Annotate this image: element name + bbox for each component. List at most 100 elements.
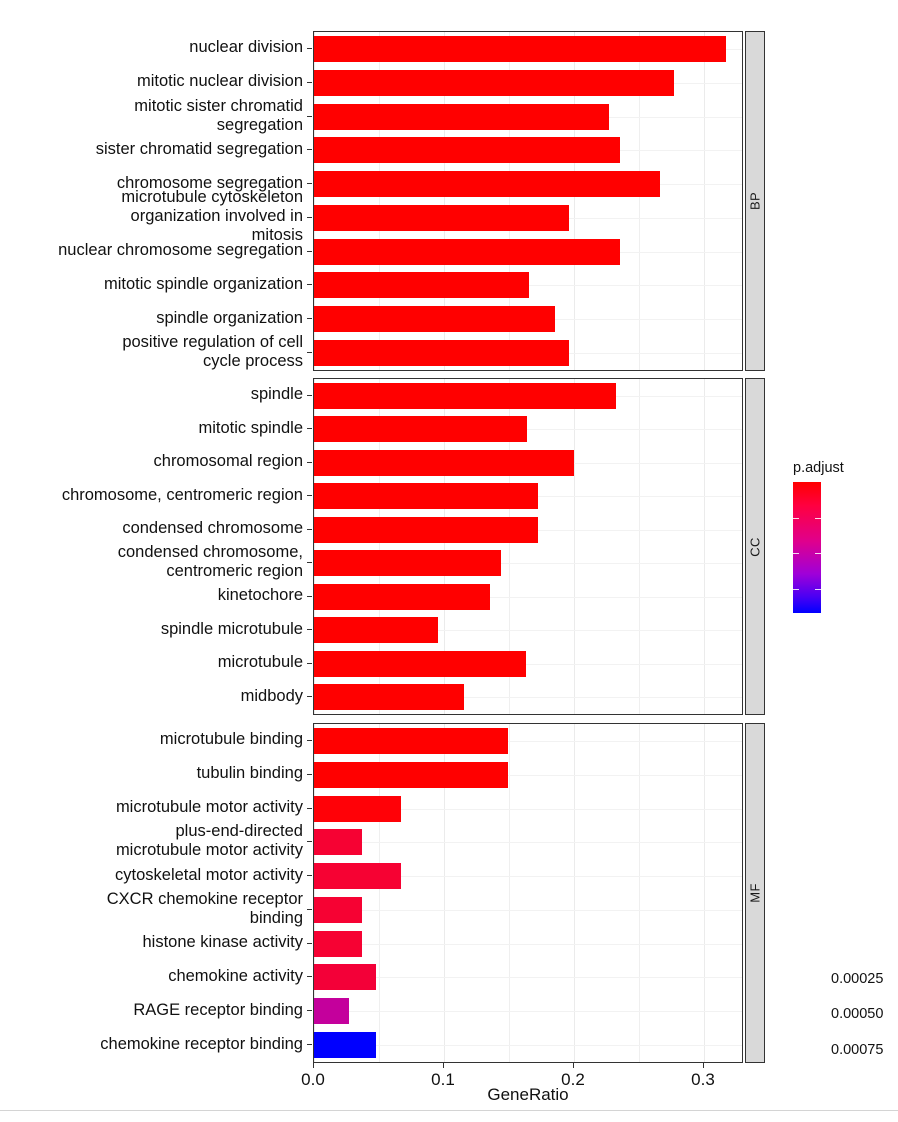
y-axis-category-label: spindle organization	[156, 309, 303, 327]
facet-plot-area-bp	[314, 32, 742, 370]
bar	[314, 728, 508, 754]
facet-panel-cc	[313, 378, 743, 715]
y-axis-category-label: mitotic sister chromatid segregation	[134, 97, 303, 134]
y-axis-category-label: spindle microtubule	[160, 620, 303, 638]
figure-bottom-rule	[0, 1110, 898, 1111]
x-axis-tick	[703, 1063, 704, 1068]
y-axis-category-label: plus-end-directed microtubule motor acti…	[115, 822, 303, 859]
bar	[314, 651, 526, 677]
y-axis-tick	[307, 251, 312, 252]
gridline-horizontal	[314, 842, 742, 843]
y-axis-tick	[307, 696, 312, 697]
go-enrichment-barplot: BP CC MF nuclear division mitotic nuclear…	[0, 0, 898, 1122]
bar	[314, 897, 363, 923]
bar	[314, 272, 529, 298]
bar	[314, 684, 464, 710]
y-axis-category-label: microtubule cytoskeleton organization in…	[121, 188, 303, 244]
y-axis-category-label: chemokine activity	[168, 967, 303, 985]
legend-tick-mark	[815, 553, 821, 555]
bar	[314, 306, 555, 332]
y-axis-tick	[307, 352, 312, 353]
legend-tick-mark	[815, 588, 821, 590]
y-axis-tick	[307, 318, 312, 319]
legend-colorbar	[793, 482, 821, 613]
y-axis-tick	[307, 217, 312, 218]
bar	[314, 863, 402, 889]
x-axis-tick	[313, 1063, 314, 1068]
y-axis-category-label: CXCR chemokine receptor binding	[106, 890, 303, 927]
y-axis-category-label: chromosome, centromeric region	[61, 486, 303, 504]
y-axis-tick	[307, 529, 312, 530]
bar	[314, 796, 402, 822]
y-axis-category-label: cytoskeletal motor activity	[115, 866, 303, 884]
facet-strip-label-bp: BP	[747, 192, 763, 210]
bar	[314, 383, 616, 409]
legend-tick-label: 0.00050	[831, 1006, 884, 1023]
y-axis-tick	[307, 875, 312, 876]
bar	[314, 171, 660, 197]
y-axis-tick	[307, 183, 312, 184]
y-axis-category-label: positive regulation of cell cycle proces…	[122, 333, 303, 370]
y-axis-tick	[307, 82, 312, 83]
y-axis-tick	[307, 562, 312, 563]
x-axis-tick	[443, 1063, 444, 1068]
y-axis-tick	[307, 495, 312, 496]
bar	[314, 239, 620, 265]
x-axis-tick	[573, 1063, 574, 1068]
y-axis-tick	[307, 629, 312, 630]
y-axis-tick	[307, 149, 312, 150]
bar	[314, 829, 363, 855]
y-axis-tick	[307, 116, 312, 117]
y-axis-category-label: mitotic spindle	[198, 419, 303, 437]
bar	[314, 36, 727, 62]
y-axis-tick	[307, 943, 312, 944]
bar	[314, 104, 610, 130]
facet-strip-mf: MF	[745, 723, 765, 1063]
y-axis-category-label: condensed chromosome, centromeric region	[117, 543, 303, 580]
bar	[314, 762, 508, 788]
bar	[314, 340, 569, 366]
y-axis-tick	[307, 740, 312, 741]
gridline-horizontal	[314, 1011, 742, 1012]
facet-panel-mf	[313, 723, 743, 1063]
bar	[314, 137, 620, 163]
facet-strip-bp: BP	[745, 31, 765, 371]
bar	[314, 517, 538, 543]
bar	[314, 998, 350, 1024]
legend-tick-mark	[793, 553, 799, 555]
bar	[314, 617, 438, 643]
bar	[314, 205, 569, 231]
gridline-horizontal	[314, 944, 742, 945]
y-axis-tick	[307, 462, 312, 463]
bar	[314, 550, 502, 576]
y-axis-tick	[307, 976, 312, 977]
bar	[314, 1032, 377, 1058]
y-axis-tick	[307, 808, 312, 809]
legend-title: p.adjust	[793, 460, 844, 476]
bar	[314, 584, 490, 610]
facet-strip-label-cc: CC	[747, 536, 763, 557]
y-axis-tick	[307, 428, 312, 429]
y-axis-category-label: microtubule binding	[159, 730, 303, 748]
facet-panel-bp	[313, 31, 743, 371]
y-axis-tick	[307, 909, 312, 910]
y-axis-tick	[307, 1010, 312, 1011]
y-axis-tick	[307, 841, 312, 842]
y-axis-category-label: kinetochore	[217, 586, 303, 604]
y-axis-category-label: nuclear division	[189, 38, 303, 56]
y-axis-category-label: microtubule motor activity	[115, 798, 303, 816]
y-axis-tick	[307, 48, 312, 49]
y-axis-tick	[307, 284, 312, 285]
legend-colorbar-wrap	[793, 482, 821, 613]
y-axis-tick	[307, 395, 312, 396]
bar	[314, 450, 574, 476]
legend-tick-mark	[815, 517, 821, 519]
y-axis-category-label: tubulin binding	[196, 764, 303, 782]
bar	[314, 964, 377, 990]
y-axis-category-label: chromosomal region	[153, 452, 303, 470]
y-axis-category-label: mitotic spindle organization	[103, 275, 303, 293]
gridline-horizontal	[314, 1045, 742, 1046]
facet-strip-label-mf: MF	[747, 883, 763, 903]
legend-tick-mark	[793, 517, 799, 519]
gridline-horizontal	[314, 977, 742, 978]
